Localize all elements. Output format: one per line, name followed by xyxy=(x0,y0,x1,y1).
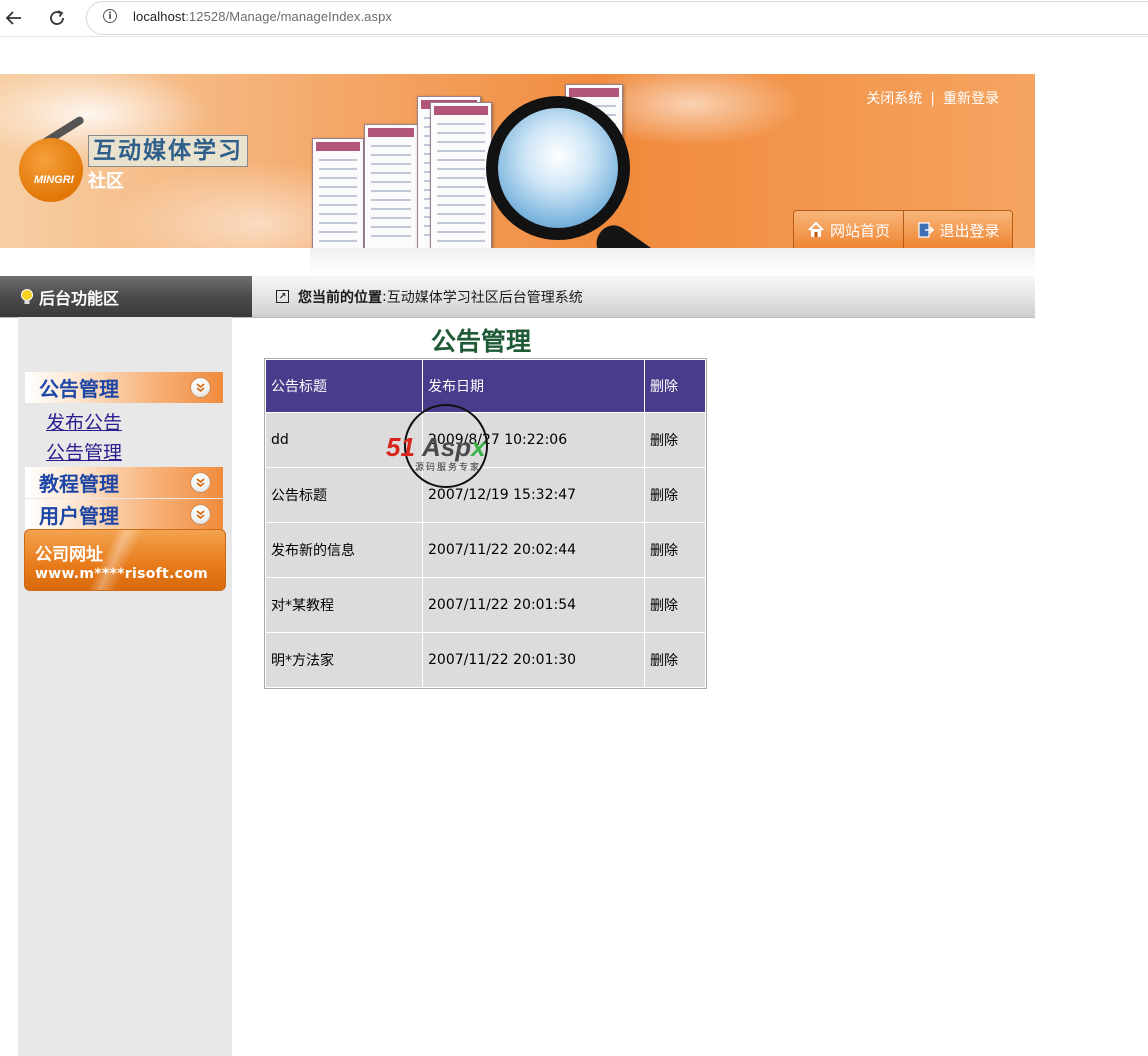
screen-thumbnail xyxy=(430,102,492,248)
notice-title-cell: 公告标题 xyxy=(266,468,422,522)
close-system-link[interactable]: 关闭系统 xyxy=(866,91,922,107)
admin-area-header: 后台功能区 xyxy=(0,276,252,317)
delete-link[interactable]: 删除 xyxy=(645,578,705,632)
url-text[interactable]: localhost:12528/Manage/manageIndex.aspx xyxy=(133,9,392,24)
column-header-title: 公告标题 xyxy=(266,360,422,412)
chevron-down-icon xyxy=(190,504,211,525)
site-info-icon[interactable]: i xyxy=(103,9,117,23)
site-subtitle: 社区 xyxy=(88,171,124,192)
location-label: 您当前的位置 xyxy=(298,289,382,306)
logo-emblem xyxy=(19,138,83,202)
notice-title-cell: 明*方法家 xyxy=(266,633,422,687)
banner-shadow xyxy=(310,248,1035,276)
sidebar-group-user[interactable]: 用户管理 xyxy=(25,499,223,530)
url-path: :12528/Manage/manageIndex.aspx xyxy=(185,9,393,24)
home-button-label: 网站首页 xyxy=(829,221,890,240)
table-row: 对*某教程 2007/11/22 20:01:54 删除 xyxy=(266,578,705,632)
notice-title-cell: 发布新的信息 xyxy=(266,523,422,577)
reload-button[interactable] xyxy=(43,4,71,32)
magnifier-handle xyxy=(590,219,717,248)
link-separator: | xyxy=(930,91,935,107)
table-row: 发布新的信息 2007/11/22 20:02:44 删除 xyxy=(266,523,705,577)
table-row: 明*方法家 2007/11/22 20:01:30 删除 xyxy=(266,633,705,687)
delete-link[interactable]: 删除 xyxy=(645,468,705,522)
sidebar: 公告管理 发布公告 公告管理 教程管理 用户管理 公司网址 www.m****r… xyxy=(18,317,232,1056)
notice-title-cell: 对*某教程 xyxy=(266,578,422,632)
banner-button-group: 网站首页 退出登录 xyxy=(793,210,1013,248)
logout-button[interactable]: 退出登录 xyxy=(903,211,1012,248)
location-bar: 后台功能区 ↗ 您当前的位置: 互动媒体学习社区后台管理系统 xyxy=(0,276,1035,318)
reload-icon xyxy=(50,10,64,25)
chevron-down-icon xyxy=(190,472,211,493)
top-links: 关闭系统 | 重新登录 xyxy=(866,88,999,108)
sidebar-group-label: 教程管理 xyxy=(39,472,119,496)
home-button[interactable]: 网站首页 xyxy=(794,211,903,248)
magnifier-icon xyxy=(486,96,630,240)
column-header-delete: 删除 xyxy=(645,360,705,412)
logout-door-icon xyxy=(916,221,935,239)
sidebar-item-publish-notice[interactable]: 发布公告 xyxy=(46,408,122,435)
notice-table: 公告标题 发布日期 删除 dd 2009/8/27 10:22:06 删除 公告… xyxy=(264,358,707,689)
back-arrow-icon xyxy=(5,11,21,25)
chevron-down-icon xyxy=(190,377,211,398)
screen-thumbnail xyxy=(364,124,418,248)
sidebar-item-manage-notice[interactable]: 公告管理 xyxy=(46,438,122,465)
external-arrow-icon: ↗ xyxy=(276,290,289,303)
column-header-date: 发布日期 xyxy=(423,360,644,412)
delete-link[interactable]: 删除 xyxy=(645,633,705,687)
page-title: 公告管理 xyxy=(431,327,532,356)
company-website-title: 公司网址 xyxy=(35,545,103,565)
delete-link[interactable]: 删除 xyxy=(645,413,705,467)
company-website-url: www.m****risoft.com xyxy=(35,566,209,582)
notice-date-cell: 2007/11/22 20:01:30 xyxy=(423,633,644,687)
notice-date-cell: 2007/11/22 20:02:44 xyxy=(423,523,644,577)
browser-toolbar: i localhost:12528/Manage/manageIndex.asp… xyxy=(0,0,1148,37)
sidebar-group-label: 公告管理 xyxy=(39,377,119,401)
sidebar-group-tutorial[interactable]: 教程管理 xyxy=(25,467,223,498)
home-icon xyxy=(807,221,825,239)
back-button[interactable] xyxy=(0,4,28,32)
lightbulb-icon xyxy=(19,288,35,306)
logout-button-label: 退出登录 xyxy=(939,221,1000,240)
breadcrumb: ↗ 您当前的位置: 互动媒体学习社区后台管理系统 xyxy=(276,276,583,317)
logo-text: MINGRI xyxy=(34,174,74,186)
relogin-link[interactable]: 重新登录 xyxy=(943,91,999,107)
location-value: 互动媒体学习社区后台管理系统 xyxy=(386,289,583,306)
url-host: localhost xyxy=(133,9,186,24)
table-row: 公告标题 2007/12/19 15:32:47 删除 xyxy=(266,468,705,522)
admin-area-label: 后台功能区 xyxy=(39,288,120,308)
screen-thumbnail xyxy=(312,138,364,248)
site-title: 互动媒体学习 xyxy=(88,135,248,167)
notice-date-cell: 2007/12/19 15:32:47 xyxy=(423,468,644,522)
table-header-row: 公告标题 发布日期 删除 xyxy=(266,360,705,412)
company-website-banner[interactable]: 公司网址 www.m****risoft.com xyxy=(24,529,226,591)
notice-date-cell: 2009/8/27 10:22:06 xyxy=(423,413,644,467)
table-row: dd 2009/8/27 10:22:06 删除 xyxy=(266,413,705,467)
sidebar-group-notice[interactable]: 公告管理 xyxy=(25,372,223,403)
sidebar-group-label: 用户管理 xyxy=(39,504,119,528)
site-banner: MINGRI 互动媒体学习 社区 关闭系统 | 重新登录 网站首页 退出登录 xyxy=(0,74,1035,248)
delete-link[interactable]: 删除 xyxy=(645,523,705,577)
notice-title-cell: dd xyxy=(266,413,422,467)
notice-date-cell: 2007/11/22 20:01:54 xyxy=(423,578,644,632)
